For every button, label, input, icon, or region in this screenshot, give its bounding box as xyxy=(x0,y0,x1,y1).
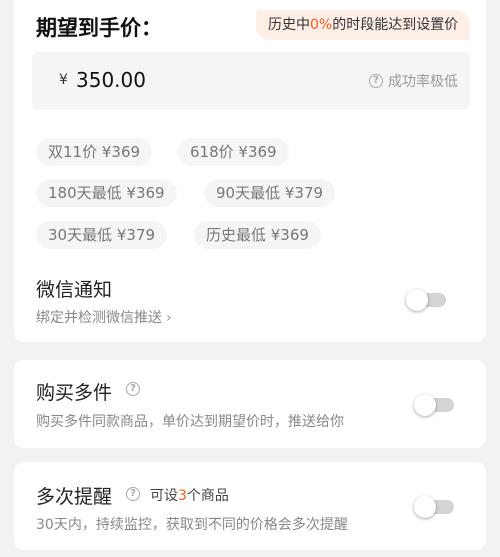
success-rate-hint[interactable]: ? 成功率极低 xyxy=(369,71,458,91)
question-icon[interactable]: ? xyxy=(126,382,140,396)
price-chip-history-low[interactable]: 历史最低 ¥369 xyxy=(194,221,321,249)
price-chip-90-day-low[interactable]: 90天最低 ¥379 xyxy=(204,179,336,207)
price-alert-card: 期望到手价： 历史中0%的时段能达到设置价 ¥ ? 成功率极低 双11价 ¥36… xyxy=(14,0,486,342)
limit-prefix: 可设 xyxy=(150,488,178,504)
repeat-alert-title: 多次提醒 xyxy=(36,486,113,508)
question-icon[interactable]: ? xyxy=(126,487,140,501)
price-chip-618[interactable]: 618价 ¥369 xyxy=(178,138,289,166)
history-achievability-note: 历史中0%的时段能达到设置价 xyxy=(256,10,471,40)
price-chip-double11[interactable]: 双11价 ¥369 xyxy=(36,138,153,166)
chevron-right-icon: › xyxy=(166,310,172,326)
wechat-notify-toggle[interactable] xyxy=(406,289,446,311)
repeat-alert-toggle[interactable] xyxy=(414,496,454,518)
wechat-notify-title: 微信通知 xyxy=(36,279,113,301)
history-note-prefix: 历史中 xyxy=(268,17,310,33)
target-price-box[interactable]: ¥ ? 成功率极低 xyxy=(32,52,470,110)
limit-suffix: 个商品 xyxy=(186,488,229,504)
history-note-suffix: 的时段能达到设置价 xyxy=(332,17,459,33)
multi-buy-toggle[interactable] xyxy=(414,394,454,416)
repeat-alert-card: 多次提醒 ? 可设3个商品 30天内，持续监控，获取到不同的价格会多次提醒 xyxy=(14,462,486,550)
repeat-alert-subtitle: 30天内，持续监控，获取到不同的价格会多次提醒 xyxy=(36,517,348,533)
history-percent: 0% xyxy=(310,17,333,33)
question-icon: ? xyxy=(369,74,383,88)
toggle-knob xyxy=(414,496,436,518)
currency-symbol: ¥ xyxy=(59,72,68,88)
price-chip-180-day-low[interactable]: 180天最低 ¥369 xyxy=(36,179,177,207)
multi-buy-card: 购买多件 ? 购买多件同款商品，单价达到期望价时，推送给你 xyxy=(14,360,486,448)
success-rate-text: 成功率极低 xyxy=(388,74,458,90)
target-price-title: 期望到手价： xyxy=(36,16,162,40)
wechat-bind-text: 绑定并检测微信推送 xyxy=(36,310,162,326)
wechat-bind-link[interactable]: 绑定并检测微信推送 › xyxy=(36,307,172,327)
price-chip-30-day-low[interactable]: 30天最低 ¥379 xyxy=(36,221,168,249)
toggle-knob xyxy=(406,289,428,311)
toggle-knob xyxy=(414,394,436,416)
limit-count: 3 xyxy=(178,488,187,504)
repeat-limit-note: 可设3个商品 xyxy=(150,485,229,505)
target-price-input[interactable] xyxy=(76,65,296,95)
multi-buy-title: 购买多件 xyxy=(36,382,113,404)
multi-buy-subtitle: 购买多件同款商品，单价达到期望价时，推送给你 xyxy=(36,414,344,430)
